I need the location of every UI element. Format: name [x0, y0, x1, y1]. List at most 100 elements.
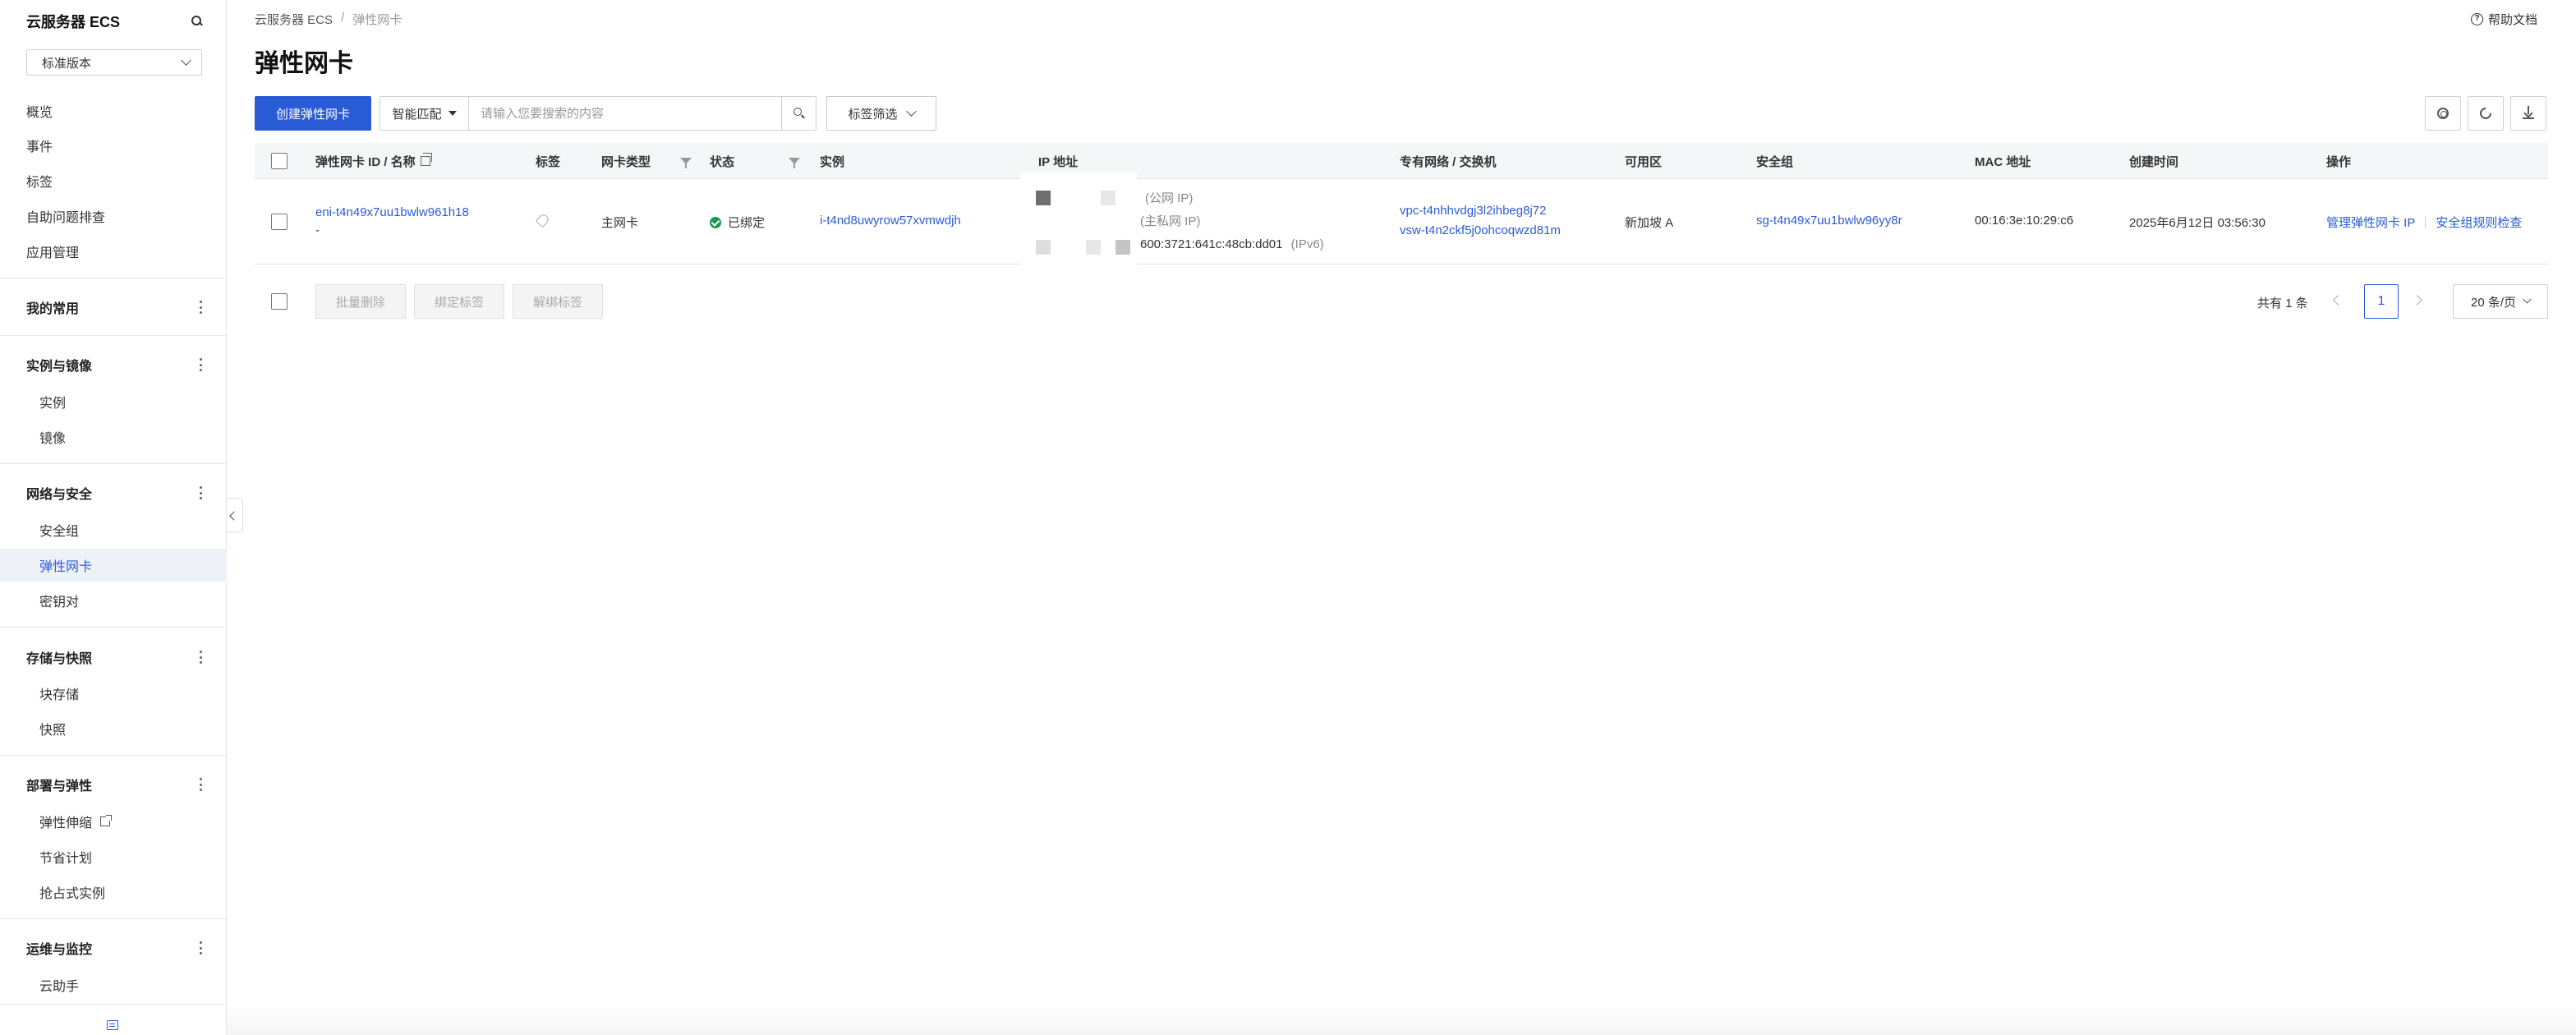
divider [0, 335, 227, 336]
refresh-button[interactable] [2468, 96, 2504, 131]
tag-filter-label: 标签筛选 [848, 107, 898, 122]
sidebar-item-eni[interactable]: 弹性网卡 [39, 554, 92, 577]
sidebar-item-troubleshoot[interactable]: 自助问题排查 [26, 205, 105, 228]
more-icon[interactable] [199, 301, 202, 314]
sg-rule-check-link[interactable]: 安全组规则检查 [2436, 216, 2522, 230]
select-all-checkbox[interactable] [271, 153, 288, 169]
sidebar-group-network[interactable]: 网络与安全 [26, 481, 202, 504]
more-icon[interactable] [199, 486, 202, 499]
sidebar-item-snapshots[interactable]: 快照 [39, 717, 66, 740]
search-input[interactable] [469, 97, 781, 130]
search-icon[interactable] [191, 15, 204, 28]
next-page-icon[interactable] [2412, 295, 2422, 306]
column-header-status: 状态 [710, 154, 735, 169]
sidebar-item-images[interactable]: 镜像 [39, 426, 66, 448]
more-icon[interactable] [199, 778, 202, 791]
breadcrumb-separator: / [341, 11, 345, 25]
search-mode-select[interactable]: 智能匹配 [380, 97, 469, 130]
bind-tag-button[interactable]: 绑定标签 [414, 284, 504, 319]
sidebar-group-label: 存储与快照 [26, 652, 93, 666]
instance-link[interactable]: i-t4nd8uwyrow57xvmwdjh [820, 214, 961, 228]
sidebar-collapse-button[interactable] [227, 498, 243, 532]
batch-delete-button[interactable]: 批量删除 [315, 284, 406, 319]
filter-icon[interactable] [789, 158, 800, 168]
search-icon [793, 108, 805, 119]
sidebar-item-keypairs[interactable]: 密钥对 [39, 589, 79, 612]
panel-toggle-icon[interactable] [107, 1020, 118, 1030]
sidebar-item-autoscaling[interactable]: 弹性伸缩 [39, 810, 113, 833]
version-select[interactable]: 标准版本 [26, 49, 202, 76]
type-filter-icon[interactable] [680, 143, 692, 179]
tag-filter-button[interactable]: 标签筛选 [826, 96, 936, 131]
column-header-tags: 标签 [536, 154, 561, 169]
unbind-tag-button[interactable]: 解绑标签 [513, 284, 603, 319]
sidebar-group-deploy[interactable]: 部署与弹性 [26, 773, 202, 796]
sidebar-item-overview[interactable]: 概览 [26, 99, 53, 122]
eni-id-link[interactable]: eni-t4n49x7uu1bwlw961h18 [315, 205, 469, 219]
sidebar-group-favorites[interactable]: 我的常用 [26, 296, 202, 319]
footer-select-all-checkbox[interactable] [271, 293, 288, 310]
vpc-link[interactable]: vpc-t4nhhvdgj3l2ihbeg8j72 [1400, 204, 1546, 218]
search-button[interactable] [781, 97, 816, 130]
more-icon[interactable] [199, 651, 202, 664]
column-header-eni: 弹性网卡 ID / 名称 [315, 143, 432, 179]
sidebar-item-security-groups[interactable]: 安全组 [39, 518, 79, 541]
sidebar-group-storage[interactable]: 存储与快照 [26, 646, 202, 669]
more-icon[interactable] [199, 358, 202, 371]
vswitch-link[interactable]: vsw-t4n2ckf5j0ohcoqwzd81m [1400, 223, 1561, 237]
sidebar-group-label: 我的常用 [26, 302, 80, 316]
sidebar-item-instances[interactable]: 实例 [39, 390, 66, 413]
manage-eni-ip-link[interactable]: 管理弹性网卡 IP [2326, 216, 2415, 230]
column-header-type: 网卡类型 [601, 154, 651, 169]
sidebar-item-savings-plan[interactable]: 节省计划 [39, 845, 92, 868]
sidebar-item-cloud-assistant[interactable]: 云助手 [39, 973, 79, 996]
status-filter-icon[interactable] [789, 143, 800, 179]
column-header-vpc: 专有网络 / 交换机 [1400, 154, 1497, 169]
row-checkbox[interactable] [271, 214, 288, 230]
check-circle-icon [710, 217, 721, 228]
ip-redaction-block [1086, 240, 1101, 255]
column-header-zone: 可用区 [1625, 154, 1663, 169]
sidebar-item-block-storage[interactable]: 块存储 [39, 682, 79, 705]
divider [0, 755, 227, 756]
breadcrumb-ecs[interactable]: 云服务器 ECS [255, 11, 333, 28]
create-eni-button[interactable]: 创建弹性网卡 [255, 96, 371, 131]
page-1-button[interactable]: 1 [2364, 284, 2399, 319]
prev-page-icon[interactable] [2333, 295, 2344, 306]
search-group: 智能匹配 [380, 96, 816, 131]
divider [0, 1004, 227, 1005]
created-time: 2025年6月12日 03:56:30 [2129, 216, 2266, 230]
sidebar-group-label: 网络与安全 [26, 488, 93, 502]
version-select-value: 标准版本 [42, 56, 92, 71]
settings-button[interactable] [2425, 96, 2461, 131]
filter-icon[interactable] [680, 158, 692, 168]
row-actions: 管理弹性网卡 IP 安全组规则检查 [2326, 214, 2522, 231]
download-button[interactable] [2510, 96, 2546, 131]
ip-redaction-block [1036, 240, 1051, 255]
table-footer: 批量删除 绑定标签 解绑标签 共有 1 条 1 20 条/页 [255, 284, 2548, 320]
column-header-mac: MAC 地址 [1975, 154, 2031, 169]
status-badge: 已绑定 [710, 214, 765, 231]
sidebar-item-spot-instances[interactable]: 抢占式实例 [39, 881, 105, 904]
page-size-select[interactable]: 20 条/页 [2453, 284, 2548, 319]
ipv6-value: 600:3721:641c:48cb:dd01 [1140, 237, 1283, 251]
sidebar-group-instances[interactable]: 实例与镜像 [26, 353, 202, 376]
page-title: 弹性网卡 [255, 50, 353, 77]
copy-icon[interactable] [420, 153, 432, 166]
help-docs-link[interactable]: ? 帮助文档 [2471, 11, 2537, 28]
ipv6-address: 600:3721:641c:48cb:dd01 (IPv6) [1140, 237, 1324, 251]
security-group-link[interactable]: sg-t4n49x7uu1bwlw96yy8r [1756, 214, 1902, 228]
sidebar-group-label: 运维与监控 [26, 943, 93, 957]
sidebar-item-tags[interactable]: 标签 [26, 169, 53, 192]
zone: 新加坡 A [1625, 216, 1674, 230]
sidebar-item-app-management[interactable]: 应用管理 [26, 240, 79, 263]
more-icon[interactable] [199, 941, 202, 954]
tag-icon[interactable] [535, 212, 551, 228]
bottom-fade [227, 1004, 2576, 1035]
total-count: 共有 1 条 [2257, 297, 2308, 310]
sidebar-group-ops[interactable]: 运维与监控 [26, 936, 202, 959]
action-separator [2425, 217, 2426, 228]
sidebar-item-label: 弹性伸缩 [39, 816, 93, 830]
sidebar-item-events[interactable]: 事件 [26, 134, 53, 157]
active-item-highlight [0, 549, 227, 582]
